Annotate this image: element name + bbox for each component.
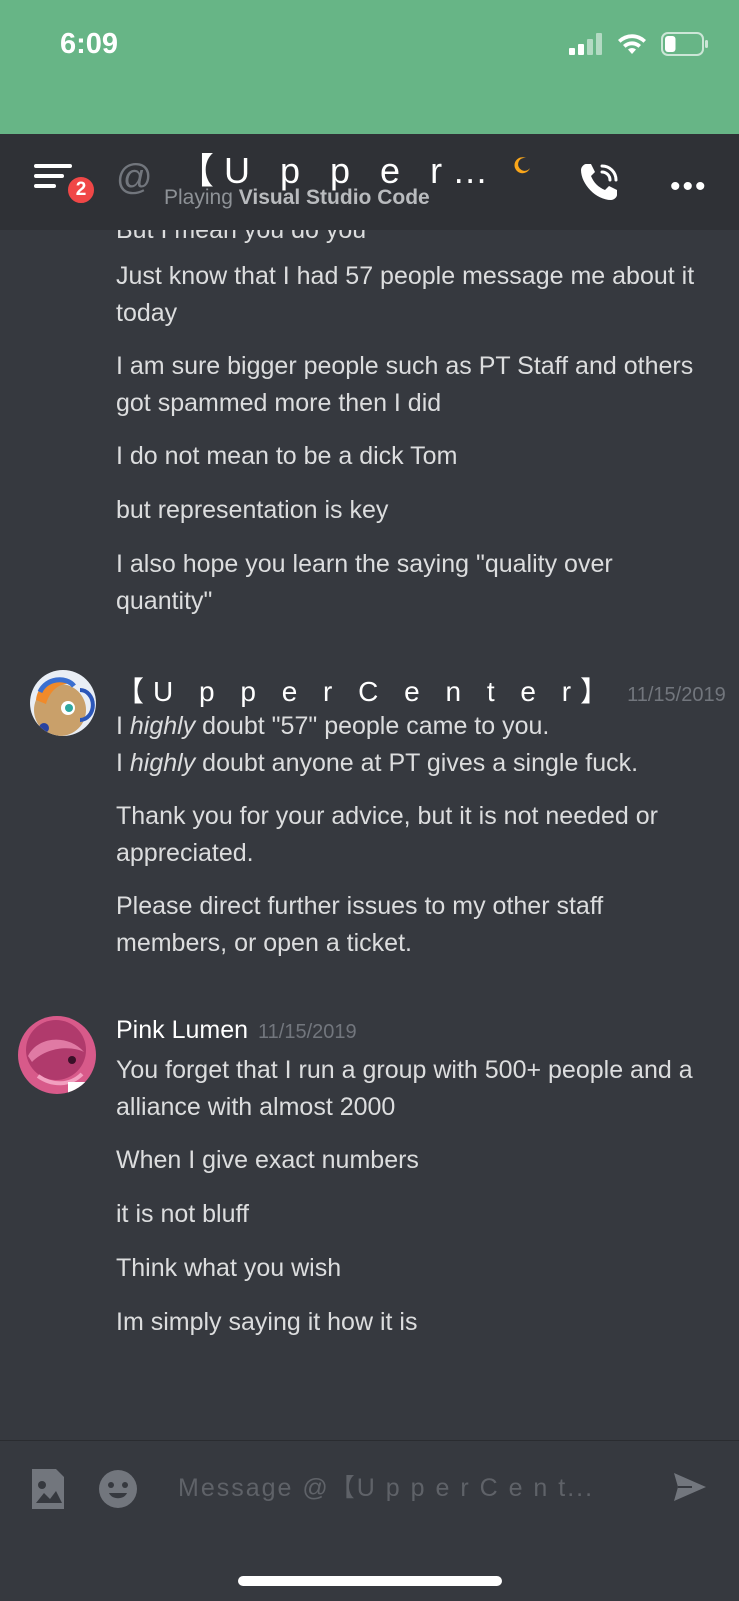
message-text: When I give exact numbers <box>116 1146 419 1174</box>
message-text: Please direct further issues to my other… <box>116 892 604 957</box>
text-run: I <box>116 749 130 777</box>
author-name: 【U p p e r C e n t e r】 <box>116 676 618 707</box>
message-group: 【U p p e r C e n t e r】 11/15/2019 I high… <box>0 670 739 960</box>
battery-icon <box>661 32 708 56</box>
message-group: Pink Lumen 11/15/2019 You forget that I r… <box>0 1016 739 1376</box>
message-text: Thank you for your advice, but it is not… <box>116 802 658 867</box>
message-text: Just know that I had 57 people message m… <box>116 262 695 327</box>
call-icon <box>581 164 618 200</box>
status-bar: 6:09 <box>0 0 739 134</box>
message-text: but representation is key <box>116 496 389 524</box>
message-timestamp: 11/15/2019 <box>627 684 726 706</box>
message-author[interactable]: 【U p p e r C e n t e r】 11/15/2019 <box>116 670 726 710</box>
avatar[interactable] <box>30 670 96 736</box>
text-run: doubt "57" people came to you. <box>195 712 550 740</box>
message-text: I am sure bigger people such as PT Staff… <box>116 352 694 417</box>
chat-header: 2 @ 【U p p e r C e... Playing Visual Stu… <box>0 134 739 230</box>
send-icon <box>674 1473 706 1501</box>
presence-app: Visual Studio Code <box>238 186 430 209</box>
message-text: I do not mean to be a dick Tom <box>116 442 458 470</box>
home-indicator <box>238 1576 502 1586</box>
signal-icon <box>569 33 602 55</box>
message-list[interactable]: But I mean you do you Just know that I h… <box>0 230 739 1440</box>
unread-badge: 2 <box>65 174 97 206</box>
avatar[interactable] <box>18 1016 96 1094</box>
message-text: it is not bluff <box>116 1200 249 1228</box>
message-input[interactable] <box>176 1467 640 1509</box>
text-emphasis: highly <box>129 749 196 777</box>
emoji-button[interactable] <box>98 1469 138 1509</box>
message-text: I also hope you learn the saying "qualit… <box>116 550 613 615</box>
emoji-icon <box>99 1470 137 1508</box>
call-button[interactable] <box>578 160 622 204</box>
presence-status: Playing Visual Studio Code <box>164 186 430 210</box>
message-author[interactable]: Pink Lumen 11/15/2019 <box>116 1016 357 1045</box>
attach-image-button[interactable] <box>30 1467 66 1511</box>
author-name: Pink Lumen <box>116 1016 249 1044</box>
message-text: I highly doubt "57" people came to you. … <box>116 708 706 782</box>
message-text: But I mean you do you <box>116 230 367 244</box>
moon-icon <box>514 157 530 174</box>
message-text: Think what you wish <box>116 1254 342 1282</box>
message-timestamp: 11/15/2019 <box>258 1021 357 1043</box>
text-emphasis: highly <box>129 712 196 740</box>
at-icon: @ <box>116 156 153 197</box>
status-time: 6:09 <box>60 28 119 60</box>
send-button[interactable] <box>672 1469 708 1505</box>
image-icon <box>32 1469 64 1509</box>
wifi-icon <box>618 34 646 54</box>
text-run: doubt anyone at PT gives a single fuck. <box>195 749 639 777</box>
presence-prefix: Playing <box>164 186 233 209</box>
status-icons <box>569 32 709 56</box>
text-run: I <box>116 712 130 740</box>
menu-button[interactable]: 2 <box>34 162 97 208</box>
more-icon[interactable]: ••• <box>670 170 708 204</box>
message-text: You forget that I run a group with 500+ … <box>116 1056 693 1121</box>
message-text: Im simply saying it how it is <box>116 1308 418 1336</box>
